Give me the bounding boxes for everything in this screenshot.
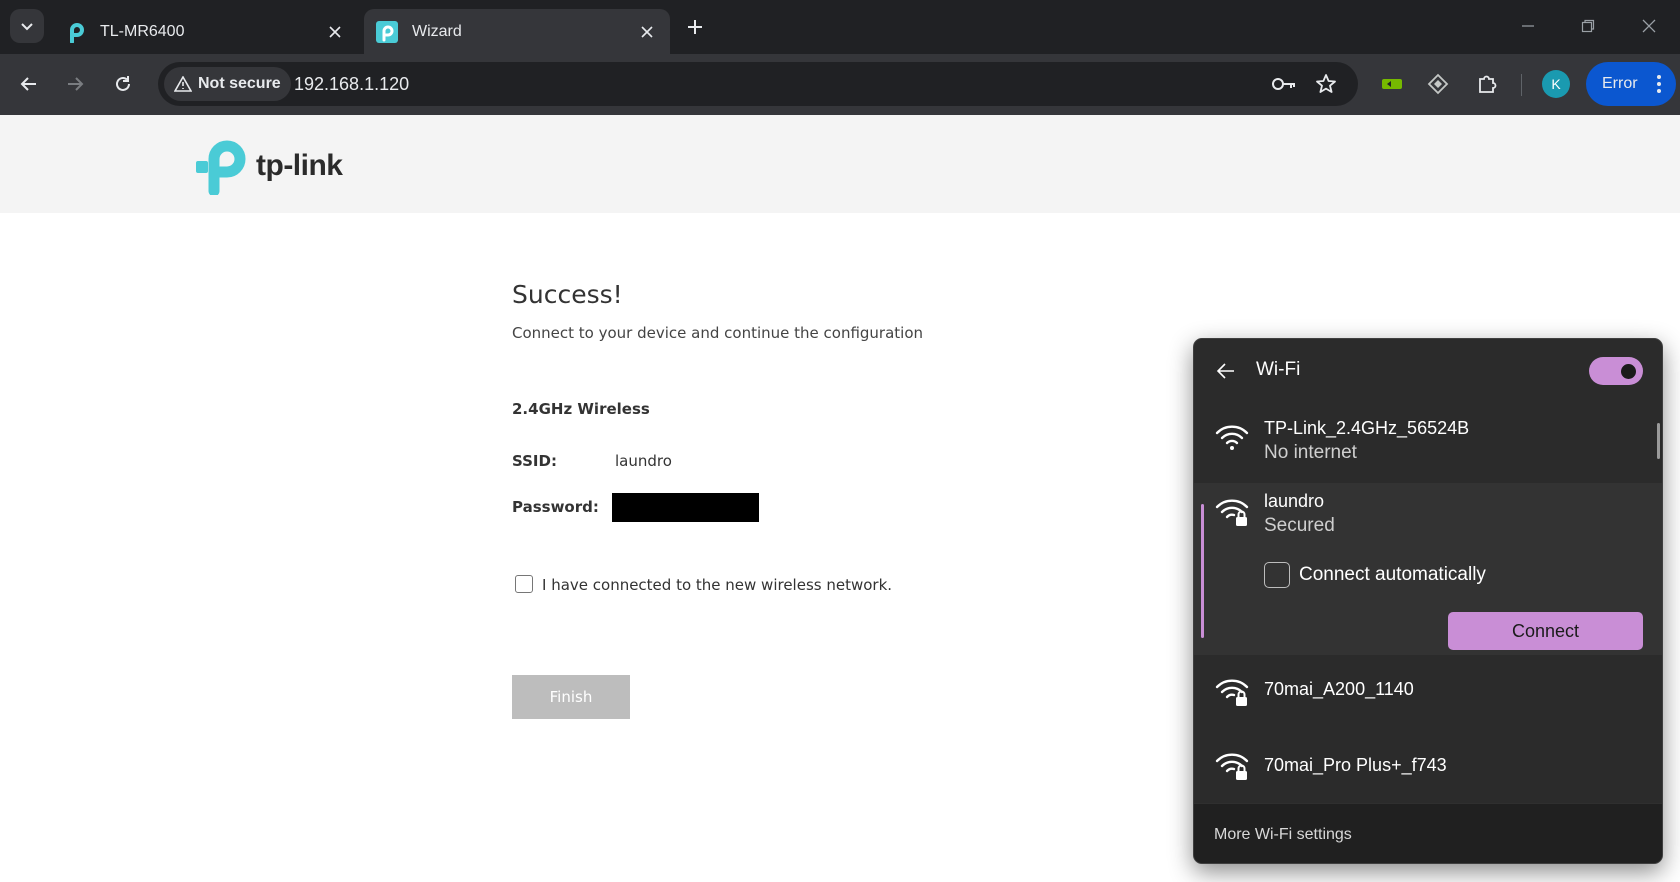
network-name: TP-Link_2.4GHz_56524B [1264,418,1470,438]
ssid-label: SSID: [512,452,557,470]
page-title: Success! [512,280,623,309]
finish-button[interactable]: Finish [512,675,630,719]
tplink-logo: tp-link [194,137,343,195]
brand-wordmark: tp-link [256,149,343,182]
tab-tl-mr6400[interactable]: TL-MR6400 [52,9,358,54]
network-name: laundro [1264,491,1325,511]
bookmark-star-icon[interactable] [1312,70,1340,98]
close-icon [1642,19,1656,33]
tplink-favicon-icon [64,21,86,43]
error-label: Error [1602,75,1638,92]
new-tab-button[interactable] [682,14,708,40]
minimize-button[interactable] [1508,10,1548,42]
confirm-connected-checkbox[interactable] [515,575,533,593]
arrow-right-icon [68,77,84,91]
restore-button[interactable] [1568,10,1608,42]
toggle-knob [1621,364,1636,379]
arrow-left-icon [20,77,36,91]
more-vertical-icon [1657,75,1661,93]
wifi-network-item[interactable]: 70mai_Pro Plus+_f743 [1194,731,1662,803]
redacted-password [612,493,759,522]
wifi-toggle[interactable] [1589,357,1643,385]
toolbar-divider [1521,74,1522,96]
more-wifi-settings-link[interactable]: More Wi-Fi settings [1214,826,1352,844]
security-chip[interactable]: Not secure [164,67,291,101]
security-label: Not secure [198,75,281,92]
reload-icon [116,76,130,91]
wifi-secured-icon [1215,499,1249,526]
wifi-flyout: Wi-Fi TP-Link_2.4GHz_56524B No internet … [1193,338,1663,864]
address-bar[interactable]: Not secure 192.168.1.120 [158,62,1358,106]
reload-button[interactable] [105,66,141,102]
arrow-left-icon [1216,363,1234,379]
ssid-value: laundro [615,452,672,470]
wifi-secured-icon [1215,753,1249,780]
profile-avatar[interactable]: K [1542,70,1570,98]
extensions-puzzle-icon[interactable] [1469,66,1505,102]
tab-title: Wizard [412,22,462,40]
wifi-flyout-footer: More Wi-Fi settings [1194,803,1662,863]
section-heading: 2.4GHz Wireless [512,400,650,418]
wifi-signal-icon [1215,425,1249,450]
tab-search-button[interactable] [10,9,44,43]
wifi-title: Wi-Fi [1256,359,1301,380]
window-close-button[interactable] [1629,10,1669,42]
selection-indicator [1201,504,1204,638]
password-key-icon[interactable] [1270,70,1298,98]
browser-toolbar: Not secure 192.168.1.120 K Error [0,54,1680,115]
tab-title: TL-MR6400 [100,22,185,40]
chevron-down-icon [21,23,33,31]
router-page-header: tp-link [0,115,1680,213]
url-text[interactable]: 192.168.1.120 [294,62,409,106]
network-status: No internet [1264,442,1357,463]
connect-button[interactable]: Connect [1448,612,1643,650]
error-menu-button[interactable]: Error [1586,62,1676,106]
flyout-back-button[interactable] [1214,359,1238,383]
wifi-network-item[interactable]: TP-Link_2.4GHz_56524B No internet [1194,399,1662,489]
warning-icon [174,76,192,92]
tab-strip: TL-MR6400 Wizard [0,0,1680,54]
close-icon[interactable] [324,21,346,43]
confirm-connected-label[interactable]: I have connected to the new wireless net… [542,576,892,594]
wifi-network-item[interactable]: 70mai_A200_1140 [1194,655,1662,731]
plus-icon [688,20,702,34]
restore-icon [1581,19,1595,33]
connect-automatically-label[interactable]: Connect automatically [1299,564,1486,586]
network-name: 70mai_Pro Plus+_f743 [1264,755,1447,775]
diamond-extension-icon[interactable] [1420,66,1456,102]
page-subtitle: Connect to your device and continue the … [512,324,924,342]
minimize-icon [1522,25,1534,27]
network-name: 70mai_A200_1140 [1264,679,1414,699]
nvidia-extension-icon[interactable] [1374,66,1410,102]
network-status: Secured [1264,515,1335,536]
password-label: Password: [512,498,599,516]
forward-button[interactable] [57,66,93,102]
tplink-favicon-icon [376,20,398,43]
connect-automatically-checkbox[interactable] [1264,562,1290,588]
close-icon[interactable] [636,21,658,43]
wifi-flyout-header: Wi-Fi [1194,339,1662,399]
tplink-logo-icon [196,140,246,195]
tab-wizard[interactable]: Wizard [364,9,670,54]
wifi-secured-icon [1215,679,1249,706]
back-button[interactable] [11,66,47,102]
